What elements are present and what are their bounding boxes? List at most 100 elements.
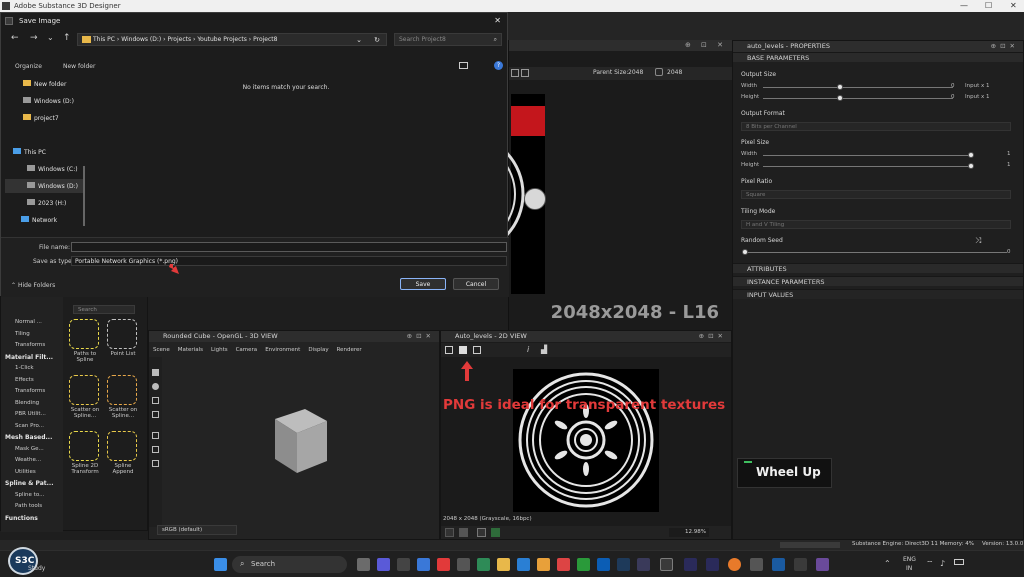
output-width-relative[interactable]: Input x 1 (965, 83, 990, 89)
save-button[interactable]: Save (400, 278, 446, 290)
view-3d-menu-item[interactable]: Materials (178, 347, 203, 353)
organize-button[interactable]: Organize (15, 63, 42, 70)
light-icon[interactable] (152, 383, 159, 390)
up-icon[interactable]: ↑ (63, 33, 71, 43)
address-bar[interactable]: This PC › Windows (D:) › Projects › Yout… (77, 33, 387, 46)
app-icon[interactable] (437, 558, 450, 571)
info-icon[interactable]: i (527, 345, 529, 354)
taskbar-search[interactable]: ⌕ Search (232, 556, 347, 573)
library-item[interactable]: Tiling (15, 331, 30, 337)
region-indicator[interactable]: IN (906, 565, 912, 572)
output-height-slider[interactable] (763, 98, 953, 99)
nav-item-windows-c[interactable]: Windows (C:) (27, 165, 78, 173)
channel-icon[interactable] (445, 528, 454, 537)
volume-icon[interactable]: ♪ (940, 559, 945, 568)
teams-icon[interactable] (377, 558, 390, 571)
spline-node-icon[interactable] (69, 319, 99, 349)
app-icon[interactable] (816, 558, 829, 571)
library-item[interactable]: Normal ... (15, 319, 42, 325)
spline-node-icon[interactable] (107, 431, 137, 461)
app-icon[interactable] (397, 558, 410, 571)
panel-controls-icon[interactable]: ⊕ ⊡ ✕ (685, 41, 727, 49)
parent-size-value[interactable]: 2048 (628, 69, 643, 76)
view-3d-menu-item[interactable]: Renderer (337, 347, 362, 353)
panel-controls-icon[interactable]: ⊕⊡✕ (407, 331, 435, 342)
pixel-width-knob[interactable] (968, 152, 974, 158)
app-icon[interactable] (772, 558, 785, 571)
random-seed-knob[interactable] (742, 249, 748, 255)
tile-icon[interactable] (521, 69, 529, 77)
save-image-icon[interactable] (459, 346, 467, 354)
panel-controls-icon[interactable]: ⊕⊡✕ (699, 331, 727, 342)
forward-icon[interactable]: → (30, 33, 38, 43)
view-3d-menu-item[interactable]: Environment (265, 347, 300, 353)
dialog-close-icon[interactable]: ✕ (494, 13, 501, 29)
breadcrumb-segment[interactable]: Projects (167, 36, 191, 43)
library-item[interactable]: Effects (15, 377, 34, 383)
library-category[interactable]: Mesh Based... (5, 434, 52, 441)
task-view-icon[interactable] (357, 558, 370, 571)
output-height-relative[interactable]: Input x 1 (965, 94, 990, 100)
spline-node-icon[interactable] (69, 375, 99, 405)
breadcrumb-segment[interactable]: Youtube Projects (197, 36, 247, 43)
library-item[interactable]: Utilities (15, 469, 36, 475)
designer-icon[interactable] (660, 558, 673, 571)
histogram-icon[interactable]: ▟ (541, 345, 547, 354)
nav-item-windows-d[interactable]: Windows (D:) (23, 97, 74, 105)
nav-item-windows-d-2[interactable]: Windows (D:) (27, 182, 78, 190)
spline-node-icon[interactable] (107, 375, 137, 405)
camera-icon[interactable] (152, 369, 159, 376)
minimize-icon[interactable]: — (960, 1, 968, 10)
language-indicator[interactable]: ENG (903, 556, 916, 563)
library-item[interactable]: Transforms (15, 388, 45, 394)
link-icon[interactable] (655, 68, 663, 76)
app-icon[interactable] (477, 558, 490, 571)
library-search-input[interactable]: Search (73, 305, 135, 314)
spline-node-icon[interactable] (107, 319, 137, 349)
pixel-height-knob[interactable] (968, 163, 974, 169)
colorspace-dropdown[interactable]: sRGB (default) (157, 525, 237, 535)
library-item[interactable]: Scan Pro... (15, 423, 44, 429)
tiling-mode-dropdown[interactable]: H and V Tiling (741, 220, 1011, 229)
output-width-slider[interactable] (763, 87, 953, 88)
output-height-knob[interactable] (837, 95, 843, 101)
breadcrumb-segment[interactable]: Project8 (253, 36, 277, 43)
tiling-icon[interactable] (477, 528, 486, 537)
media-encoder-icon[interactable] (706, 558, 719, 571)
pixel-ratio-dropdown[interactable]: Square (741, 190, 1011, 199)
after-effects-icon[interactable] (684, 558, 697, 571)
file-explorer-icon[interactable] (497, 558, 510, 571)
battery-icon[interactable] (954, 559, 964, 565)
output-width-knob[interactable] (837, 84, 843, 90)
shape-icon[interactable] (152, 397, 159, 404)
breadcrumb-segment[interactable]: This PC (93, 36, 115, 43)
photoshop-icon[interactable] (617, 558, 630, 571)
nav-item-network[interactable]: Network (21, 216, 57, 224)
search-input[interactable]: Search Project8 ⌕ (394, 33, 502, 46)
input-values-section[interactable]: INPUT VALUES (733, 289, 1023, 299)
env-icon[interactable] (152, 446, 159, 453)
library-item[interactable]: Weathe... (15, 457, 41, 463)
alpha-icon[interactable] (459, 528, 468, 537)
app-icon[interactable] (457, 558, 470, 571)
pixel-height-slider[interactable] (763, 166, 973, 167)
base-parameters-section[interactable]: BASE PARAMETERS (733, 52, 1023, 62)
library-item[interactable]: Blending (15, 400, 39, 406)
wifi-icon[interactable]: ⌔ (926, 559, 934, 569)
breadcrumb-segment[interactable]: Windows (D:) (121, 36, 161, 43)
edge-icon[interactable] (517, 558, 530, 571)
app-icon[interactable] (794, 558, 807, 571)
library-item[interactable]: Mask Ge... (15, 446, 44, 452)
chrome-icon[interactable] (537, 558, 550, 571)
address-chevron-icon[interactable]: ⌄ (356, 34, 362, 46)
panel-controls-icon[interactable]: ⊕⊡✕ (991, 41, 1019, 52)
fit-icon[interactable] (511, 69, 519, 77)
maximize-icon[interactable]: ☐ (985, 1, 992, 10)
fit-icon[interactable] (445, 346, 453, 354)
nav-item-new-folder[interactable]: New folder (23, 80, 66, 88)
spline-node-icon[interactable] (69, 431, 99, 461)
nav-item-project7[interactable]: project7 (23, 114, 59, 122)
app-icon[interactable] (637, 558, 650, 571)
back-icon[interactable]: ← (11, 33, 19, 43)
library-item[interactable]: Path tools (15, 503, 42, 509)
